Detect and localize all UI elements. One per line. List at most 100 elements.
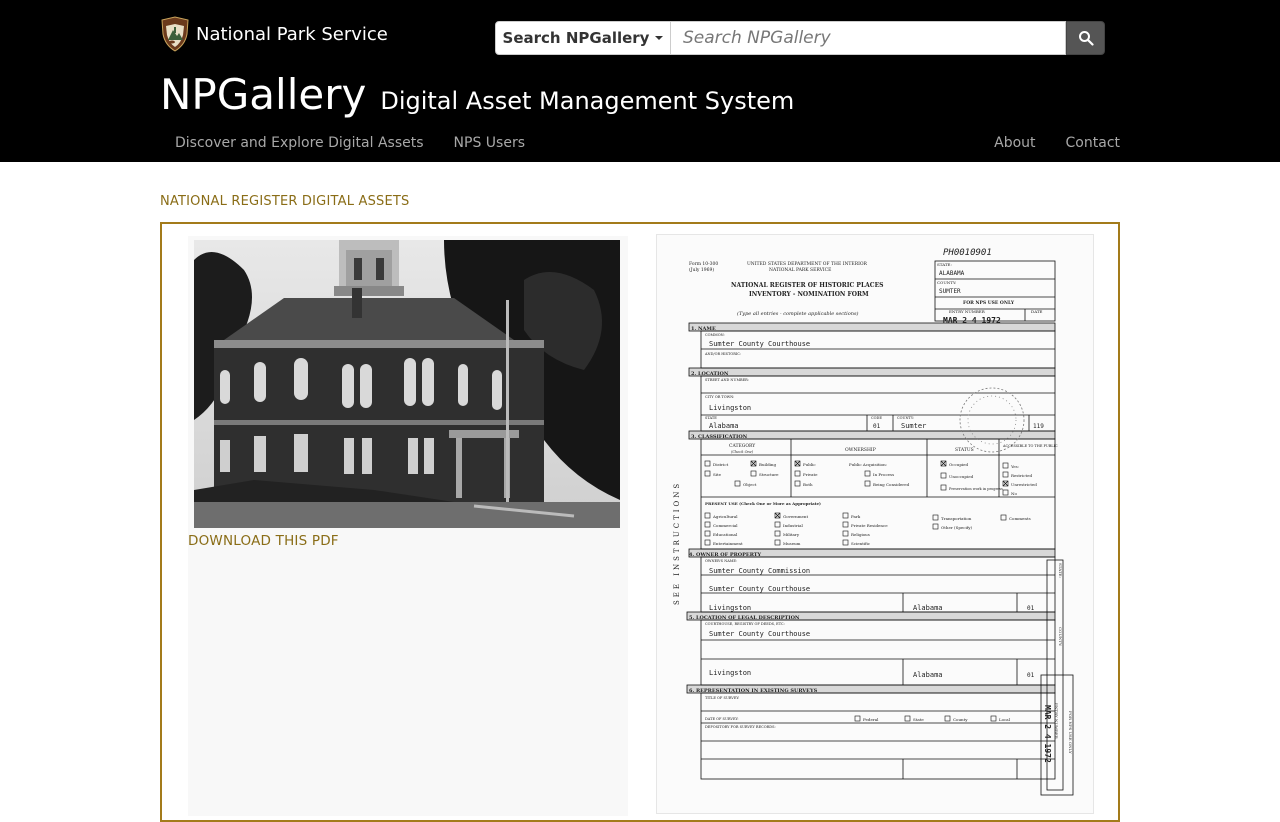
- primary-nav: Discover and Explore Digital Assets NPS …: [160, 126, 540, 160]
- site-title: NPGallery Digital Asset Management Syste…: [160, 70, 794, 119]
- form-use-educational: Educational: [713, 532, 738, 537]
- form-section-1: 1. NAME: [691, 326, 716, 332]
- form-category-sub: (Check One): [731, 450, 754, 454]
- secondary-nav: About Contact: [979, 126, 1135, 160]
- form-use-commercial: Commercial: [713, 523, 738, 528]
- form-own-private: Private: [803, 472, 818, 477]
- nps-brand-link[interactable]: National Park Service: [160, 16, 388, 52]
- form-section-2: 2. LOCATION: [691, 371, 729, 377]
- asset-panel: DOWNLOAD THIS PDF PH0010901 Form 10-300 …: [160, 222, 1120, 822]
- form-use-scientific: Scientific: [851, 541, 871, 546]
- search-icon: [1078, 31, 1094, 46]
- form-use-entertainment: Entertainment: [713, 541, 743, 546]
- form-survey-federal: Federal: [863, 717, 879, 722]
- form-nps-use: FOR NPS USE ONLY: [963, 300, 1015, 306]
- form-loc-county-label: COUNTY:: [897, 416, 914, 420]
- search-scope-label: Search NPGallery: [502, 29, 650, 47]
- form-survey-local: Local: [999, 717, 1011, 722]
- form-access-header: ACCESSIBLE TO THE PUBLIC: [1002, 444, 1058, 448]
- form-state-code: 01: [873, 423, 881, 430]
- nav-contact-link[interactable]: Contact: [1051, 126, 1135, 160]
- form-ownership-header: OWNERSHIP: [845, 447, 876, 453]
- search-button[interactable]: [1066, 21, 1105, 55]
- site-subtitle: Digital Asset Management System: [380, 87, 795, 115]
- form-use-transportation: Transportation: [941, 516, 972, 521]
- form-use-religious: Religious: [851, 532, 870, 537]
- brand-name[interactable]: National Park Service: [196, 24, 388, 45]
- form-right-entry: ENTRY NUMBER: [1054, 703, 1059, 740]
- caret-down-icon: [655, 36, 664, 40]
- form-own-both: Both: [803, 482, 813, 487]
- form-legal-code: 01: [1027, 672, 1035, 679]
- form-survey-date-label: DATE OF SURVEY:: [705, 717, 739, 721]
- form-cat-structure: Structure: [759, 472, 779, 477]
- form-state-label: STATE:: [937, 262, 952, 267]
- form-survey-county: County: [953, 717, 968, 722]
- form-owner-name-label: OWNER'S NAME:: [705, 559, 737, 563]
- form-entry-stamp: MAR 2 4 1972: [943, 316, 1001, 325]
- form-status-occupied: Occupied: [949, 462, 969, 467]
- form-entry-label: ENTRY NUMBER: [949, 309, 986, 314]
- form-access-unrestricted: Unrestricted: [1011, 482, 1037, 487]
- form-status-header: STATUS: [955, 447, 974, 453]
- form-use-government: Government: [783, 514, 808, 519]
- form-present-use-label: PRESENT USE (Check One or More as Approp…: [705, 501, 821, 506]
- form-own-public: Public: [803, 462, 816, 467]
- nav-about-link[interactable]: About: [979, 126, 1050, 160]
- form-street-label: STREET AND NUMBER:: [705, 378, 749, 382]
- form-loc-state-label: STATE: [705, 416, 717, 420]
- form-county-label: COUNTY:: [937, 280, 956, 285]
- form-loc-county-value: Sumter: [901, 422, 926, 430]
- form-courthouse-value: Sumter County Courthouse: [709, 630, 810, 638]
- form-handwritten-id: PH0010901: [943, 248, 992, 258]
- form-use-agricultural: Agricultural: [712, 514, 738, 519]
- form-agency-1: UNITED STATES DEPARTMENT OF THE INTERIOR: [747, 261, 868, 267]
- form-acq-label: Public Acquisition:: [849, 462, 887, 467]
- form-access-yes: Yes:: [1010, 464, 1019, 469]
- form-owner-name-value: Sumter County Commission: [709, 567, 810, 575]
- form-use-military: Military: [783, 532, 800, 537]
- form-code-label: CODE: [871, 416, 882, 420]
- form-cat-building: Building: [759, 462, 776, 467]
- form-city-label: CITY OR TOWN:: [705, 395, 734, 399]
- form-use-comments: Comments: [1009, 516, 1031, 521]
- form-legal-city-value: Livingston: [709, 669, 751, 677]
- form-acq-in-process: In Process: [873, 472, 894, 477]
- form-historic-label: AND/OR HISTORIC:: [704, 352, 741, 356]
- site-header: National Park Service Search NPGallery N…: [0, 0, 1280, 162]
- nav-discover-link[interactable]: Discover and Explore Digital Assets: [160, 126, 439, 160]
- form-county-value: SUMTER: [939, 288, 961, 295]
- form-date: (July 1969): [689, 266, 714, 273]
- form-common-value: Sumter County Courthouse: [709, 340, 810, 348]
- nav-nps-users-link[interactable]: NPS Users: [439, 126, 540, 160]
- photo-column: DOWNLOAD THIS PDF: [188, 236, 628, 816]
- form-right-stamp: MAR 2 4 1972: [1043, 705, 1052, 763]
- form-section-3: 3. CLASSIFICATION: [691, 434, 748, 440]
- form-loc-state-value: Alabama: [709, 422, 739, 430]
- search-scope-dropdown[interactable]: Search NPGallery: [495, 21, 671, 55]
- form-date-label: DATE: [1031, 309, 1043, 314]
- form-right-county: COUNTY:: [1058, 627, 1063, 646]
- form-section-5: 5. LOCATION OF LEGAL DESCRIPTION: [689, 615, 800, 621]
- form-right-state: STATE:: [1058, 563, 1063, 578]
- nomination-form-preview[interactable]: PH0010901 Form 10-300 (July 1969) UNITED…: [656, 234, 1094, 814]
- form-right-nps-use: FOR NPS USE ONLY: [1068, 711, 1073, 754]
- form-county-code: 119: [1033, 423, 1044, 430]
- form-status-unoccupied: Unoccupied: [949, 474, 974, 479]
- form-agency-2: NATIONAL PARK SERVICE: [769, 267, 831, 273]
- form-section-4: 4. OWNER OF PROPERTY: [689, 552, 761, 558]
- form-title-2: INVENTORY - NOMINATION FORM: [749, 291, 869, 298]
- section-title: NATIONAL REGISTER DIGITAL ASSETS: [160, 194, 410, 209]
- form-use-park: Park: [851, 514, 861, 519]
- form-common-label: COMMON:: [705, 333, 725, 337]
- search-input[interactable]: [671, 21, 1066, 55]
- form-use-industrial: Industrial: [783, 523, 804, 528]
- download-pdf-link[interactable]: DOWNLOAD THIS PDF: [188, 533, 339, 549]
- form-owner-code: 01: [1027, 605, 1035, 612]
- form-cat-site: Site: [713, 472, 722, 477]
- site-name[interactable]: NPGallery: [160, 70, 366, 119]
- form-legal-state-value: Alabama: [913, 671, 943, 679]
- search-bar: Search NPGallery: [495, 21, 1105, 55]
- courthouse-photo[interactable]: [194, 240, 620, 528]
- form-survey-state: State: [913, 717, 924, 722]
